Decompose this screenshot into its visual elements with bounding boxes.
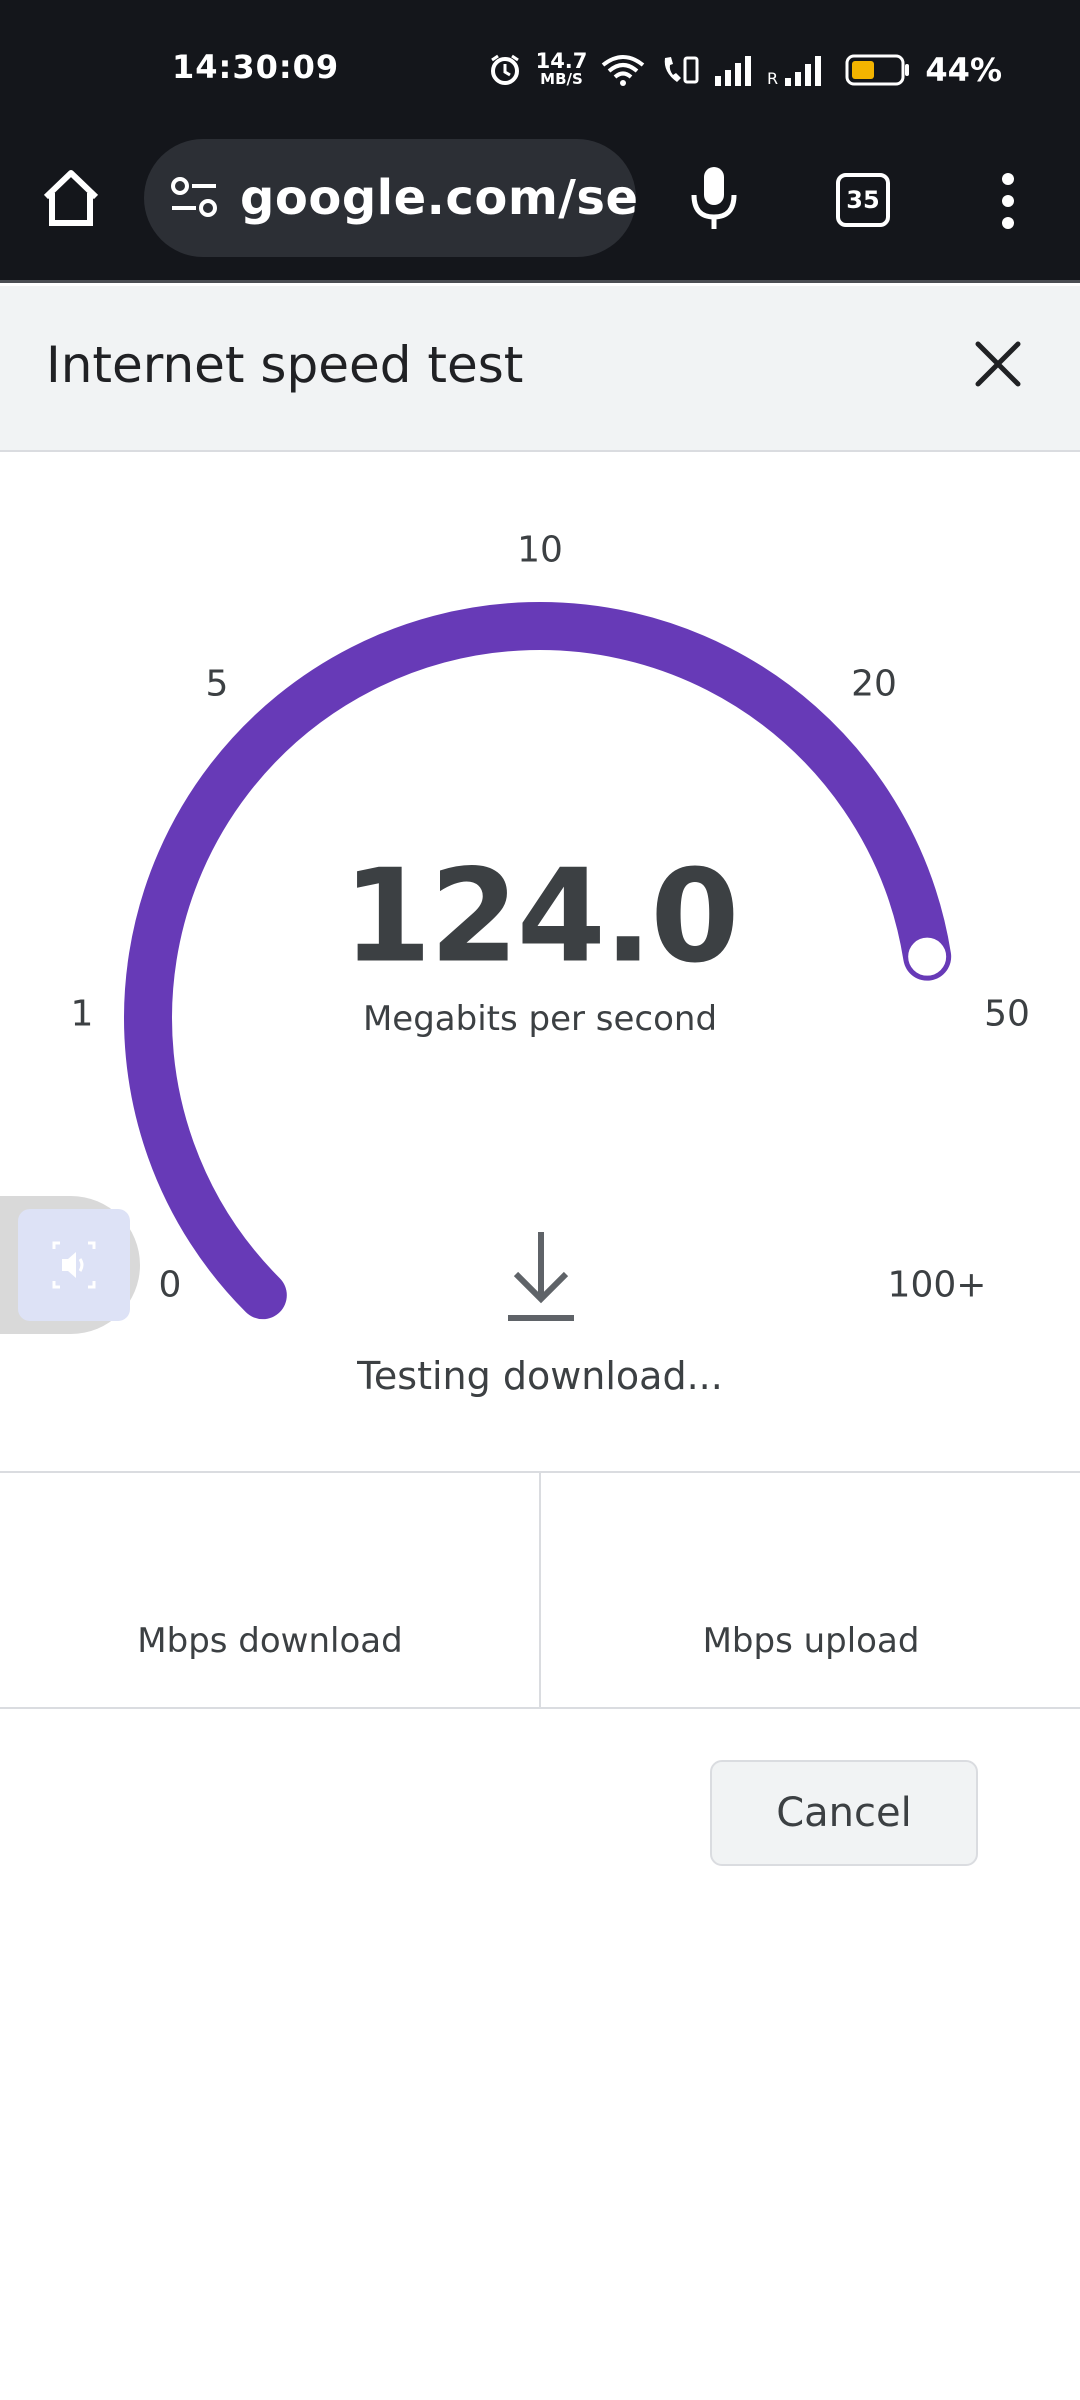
gauge-needle [904, 933, 951, 980]
tick-label-100-plus: 100+ [887, 1264, 987, 1306]
tick-label-10: 10 [517, 529, 563, 571]
network-speed: 14.7 MB/S [535, 49, 588, 89]
speed-unit-label: Megabits per second [362, 999, 718, 1039]
site-settings-icon[interactable] [168, 172, 220, 224]
floating-sound-button[interactable] [0, 1196, 140, 1334]
test-status-text: Testing download... [357, 1354, 723, 1398]
signal-icon [713, 54, 753, 86]
speed-gauge: 0 1 5 10 20 50 100+ 124.0 Megabits per s… [0, 452, 1080, 1452]
tick-label-0: 0 [158, 1264, 182, 1306]
download-arrow-icon [506, 1228, 576, 1324]
microphone-icon[interactable] [686, 163, 742, 233]
tab-switcher-icon[interactable]: 35 [836, 173, 890, 227]
url-text: google.com/search [240, 170, 636, 226]
tick-label-5: 5 [205, 663, 229, 705]
status-icons: 14.7 MB/S R 44% [488, 46, 1002, 94]
tick-label-1: 1 [70, 993, 94, 1035]
volte-call-icon [659, 52, 699, 88]
tick-label-50: 50 [984, 993, 1030, 1035]
wifi-icon [601, 53, 645, 87]
svg-text:R: R [767, 69, 778, 86]
results-row: Mbps download Mbps upload [0, 1471, 1080, 1709]
address-bar[interactable]: google.com/search [144, 139, 636, 257]
home-icon[interactable] [38, 165, 104, 231]
roaming-signal-icon: R [767, 54, 831, 86]
cancel-button[interactable]: Cancel [710, 1760, 978, 1866]
battery-icon [845, 53, 911, 87]
download-result-label: Mbps download [137, 1621, 403, 1661]
current-speed-value: 124.0 [342, 842, 740, 992]
speed-test-header: Internet speed test [0, 286, 1080, 452]
page-title: Internet speed test [46, 336, 524, 394]
status-time: 14:30:09 [172, 48, 340, 86]
tick-label-20: 20 [851, 663, 897, 705]
alarm-icon [488, 53, 522, 87]
volume-icon[interactable] [18, 1209, 130, 1321]
tab-count: 35 [846, 186, 880, 214]
close-icon[interactable] [970, 336, 1026, 392]
status-bar: 14:30:09 14.7 MB/S R 44% [0, 0, 1080, 135]
more-options-icon[interactable] [994, 171, 1022, 231]
battery-percent: 44% [925, 51, 1002, 89]
browser-toolbar: google.com/search 35 [0, 135, 1080, 283]
results-divider [539, 1473, 541, 1707]
upload-result-label: Mbps upload [702, 1621, 920, 1661]
